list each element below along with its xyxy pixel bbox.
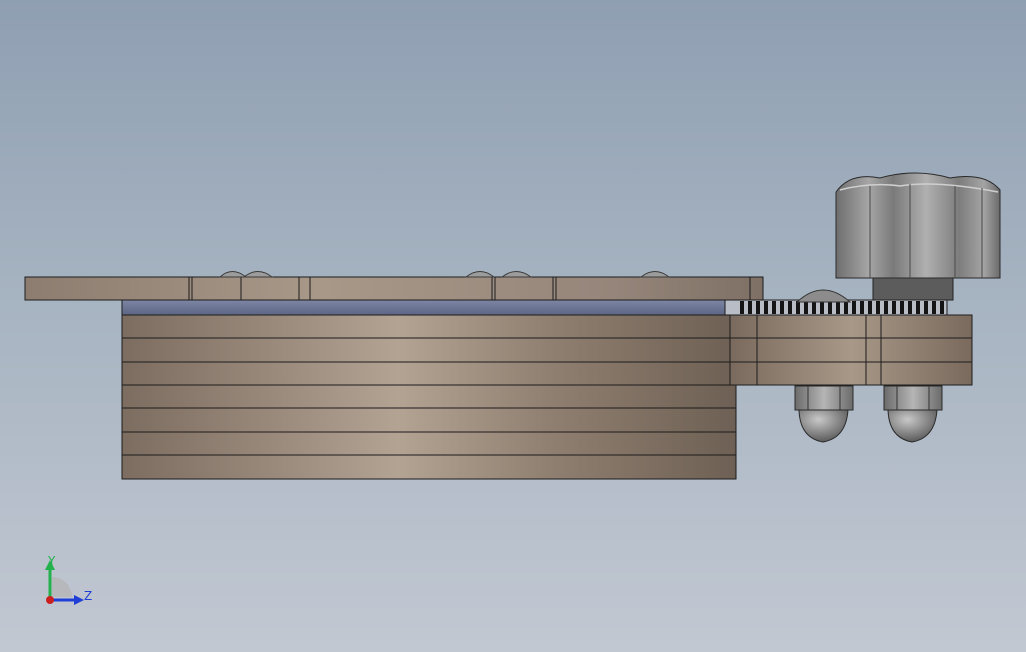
gear-tooth bbox=[812, 301, 816, 314]
main-block[interactable] bbox=[121, 314, 737, 480]
blue-band bbox=[121, 299, 743, 316]
gear-tooth bbox=[892, 301, 896, 314]
gear-tooth bbox=[804, 301, 808, 314]
orientation-triad: Y Z bbox=[45, 554, 92, 605]
gear-tooth bbox=[748, 301, 752, 314]
gear-tooth bbox=[876, 301, 880, 314]
acorn-nut-right bbox=[883, 385, 943, 443]
gear-tooth bbox=[852, 301, 856, 314]
screw-heads bbox=[218, 271, 671, 278]
gear-tooth bbox=[884, 301, 888, 314]
gear-tooth bbox=[740, 301, 744, 314]
gear-tooth bbox=[828, 301, 832, 314]
side-block[interactable] bbox=[729, 314, 973, 386]
gear-tooth bbox=[932, 301, 936, 314]
z-axis-label: Z bbox=[84, 589, 92, 603]
gear-tooth bbox=[764, 301, 768, 314]
gear-tooth bbox=[916, 301, 920, 314]
gear-tooth bbox=[868, 301, 872, 314]
gear-tooth bbox=[908, 301, 912, 314]
x-axis-origin bbox=[46, 596, 54, 604]
gear-tooth bbox=[820, 301, 824, 314]
gear-tooth bbox=[788, 301, 792, 314]
gear-tooth bbox=[844, 301, 848, 314]
gear-tooth bbox=[780, 301, 784, 314]
cad-viewport[interactable]: Y Z bbox=[0, 0, 1026, 652]
gear-tooth bbox=[940, 301, 944, 314]
top-plate[interactable] bbox=[24, 276, 764, 301]
gear-tooth bbox=[860, 301, 864, 314]
gear-tooth bbox=[772, 301, 776, 314]
gear-tooth bbox=[900, 301, 904, 314]
small-cap bbox=[795, 289, 852, 303]
gear-tooth bbox=[756, 301, 760, 314]
knob[interactable] bbox=[835, 172, 1001, 301]
assembly-model[interactable] bbox=[0, 0, 1026, 652]
z-axis-arrow bbox=[74, 595, 84, 605]
y-axis-label: Y bbox=[47, 554, 56, 568]
acorn-nut-left bbox=[794, 385, 854, 443]
gear-tooth bbox=[924, 301, 928, 314]
gear-tooth bbox=[796, 301, 800, 314]
gear-tooth bbox=[836, 301, 840, 314]
